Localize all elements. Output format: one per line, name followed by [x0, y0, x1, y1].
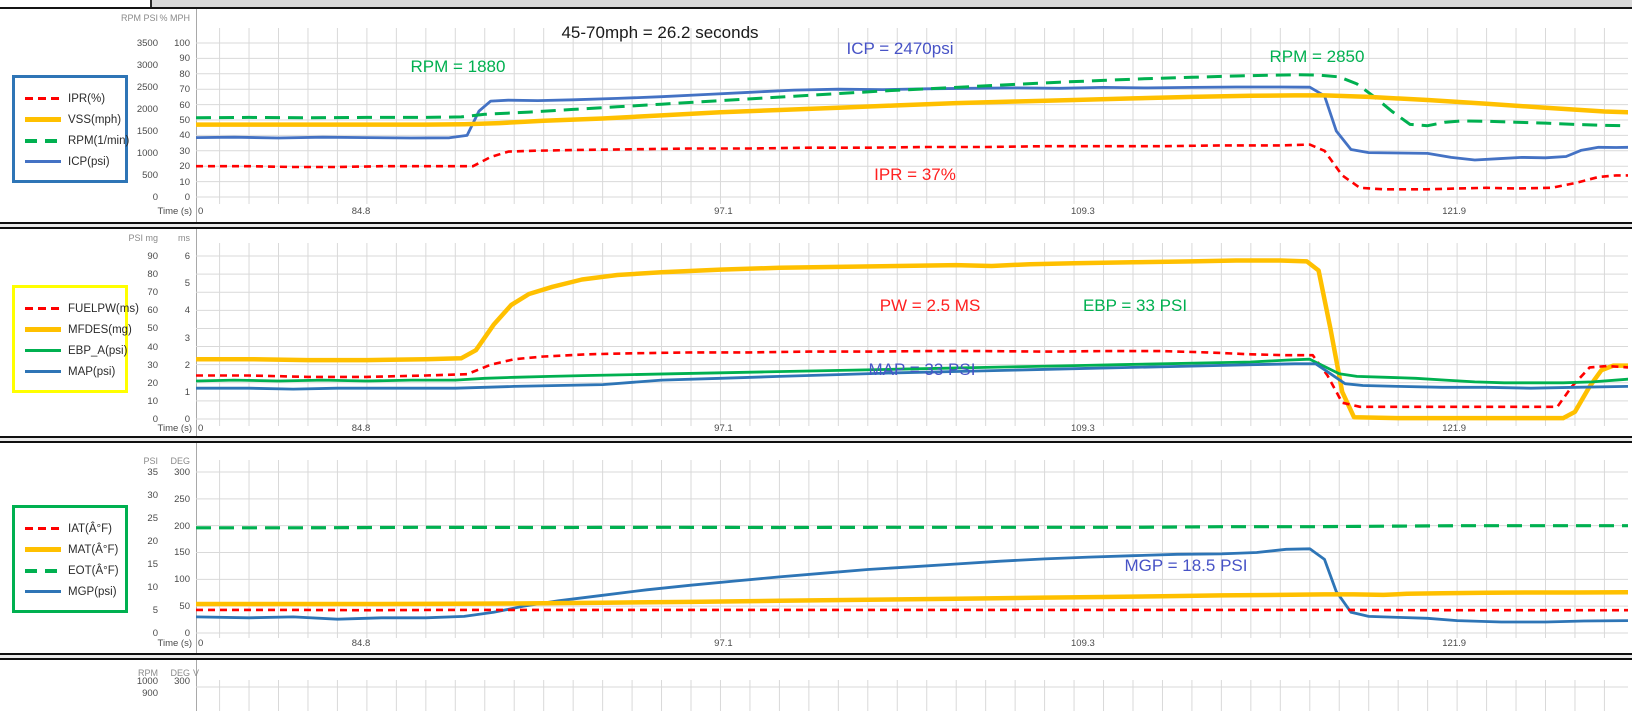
legend-label: RPM(1/min)	[68, 134, 130, 147]
legend-label: IPR(%)	[68, 92, 106, 105]
y-tick-right: 100	[174, 38, 190, 49]
legend-item[interactable]: MAP(psi)	[25, 361, 117, 382]
legend-label: ICP(psi)	[68, 155, 110, 168]
x-tick: 109.3	[1071, 206, 1095, 217]
legend-box[interactable]: FUELPW(ms) MFDES(mg) EBP_A(psi) MAP(psi)	[12, 285, 139, 393]
chart-annotation: PW = 2.5 MS	[880, 296, 981, 315]
series-mat-f-	[196, 589, 1628, 607]
x-tick: 121.9	[1442, 638, 1467, 649]
plot-area[interactable]: MGP = 18.5 PSI	[196, 460, 1628, 638]
legend-item[interactable]: MGP(psi)	[25, 581, 117, 602]
y-tick-right: 6	[184, 251, 190, 262]
time-axis-origin: 0	[198, 423, 204, 434]
x-tick: 109.3	[1071, 638, 1095, 649]
chart-annotation: EBP = 33 PSI	[1083, 296, 1187, 315]
unit-header-right: % MPH	[159, 13, 190, 23]
panel-splitter-2[interactable]	[0, 436, 1632, 443]
x-tick: 97.1	[714, 638, 733, 649]
time-axis-title: Time (s)	[157, 423, 192, 434]
time-axis-title: Time (s)	[157, 638, 192, 649]
legend-line-swatch	[25, 568, 61, 573]
legend-item[interactable]: IAT(Â°F)	[25, 518, 117, 539]
chart-annotation: RPM = 1880	[411, 57, 506, 76]
legend-line-swatch	[25, 160, 61, 163]
x-tick: 84.8	[351, 423, 371, 434]
legend-line-swatch	[25, 349, 61, 352]
chart-annotation: IPR = 37%	[874, 165, 956, 184]
time-axis-origin: 0	[198, 638, 204, 649]
y-tick-right: 90	[179, 53, 190, 65]
legend-line-swatch	[25, 527, 61, 530]
y-tick-right: 250	[174, 493, 190, 505]
chart-annotation: RPM = 2850	[1270, 47, 1365, 66]
series-mfdes-mg-	[196, 258, 1628, 421]
x-tick: 97.1	[714, 206, 733, 217]
legend-item[interactable]: FUELPW(ms)	[25, 298, 139, 319]
legend-item[interactable]: EBP_A(psi)	[25, 340, 127, 361]
run-time-annotation: 45-70mph = 26.2 seconds	[561, 23, 759, 42]
legend-label: FUELPW(ms)	[68, 302, 139, 315]
legend-item[interactable]: RPM(1/min)	[25, 130, 129, 151]
chart-annotation: MAP = 33 PSI	[869, 360, 976, 379]
panel-splitter-3[interactable]	[0, 653, 1632, 660]
legend-label: IAT(Â°F)	[68, 522, 112, 535]
legend-label: MAP(psi)	[68, 365, 116, 378]
legend-line-swatch	[25, 97, 61, 100]
top-splitter-bar[interactable]	[0, 0, 1632, 9]
legend-label: MGP(psi)	[68, 585, 117, 598]
legend-line-swatch	[25, 370, 61, 373]
legend-label: EOT(Â°F)	[68, 564, 119, 577]
legend-item[interactable]: ICP(psi)	[25, 151, 117, 172]
legend-line-swatch	[25, 117, 61, 122]
chart-annotation: ICP = 2470psi	[847, 39, 954, 58]
plot-area[interactable]: PW = 2.5 MS EBP = 33 PSI MAP = 33 PSI	[196, 243, 1628, 426]
y-tick-right: 300	[174, 676, 190, 687]
legend-line-swatch	[25, 307, 61, 310]
legend-line-swatch	[25, 547, 61, 552]
legend-label: MFDES(mg)	[68, 323, 132, 336]
chart-annotation: MGP = 18.5 PSI	[1124, 556, 1247, 575]
x-tick: 97.1	[714, 423, 733, 434]
datalogger-window: 45-70mph = 26.2 seconds RPM = 1880 ICP = …	[0, 0, 1632, 711]
y-tick-right: 300	[174, 467, 190, 478]
legend-line-swatch	[25, 590, 61, 593]
unit-header-right: ms	[178, 233, 190, 243]
time-axis-origin: 0	[198, 206, 204, 217]
chart-panel-speed-rpm-icp: 45-70mph = 26.2 seconds RPM = 1880 ICP = …	[0, 9, 1632, 222]
legend-item[interactable]: EOT(Â°F)	[25, 560, 119, 581]
chart-panel-temps-mgp: MGP = 18.5 PSI PSI DEG 35 30 25 20 15 10 5 0 300 25…	[0, 443, 1632, 653]
plot-area[interactable]	[196, 680, 1628, 711]
x-tick: 121.9	[1442, 206, 1467, 217]
legend-label: EBP_A(psi)	[68, 344, 128, 357]
legend-label: MAT(Â°F)	[68, 543, 119, 556]
x-tick: 84.8	[351, 206, 371, 217]
legend-item[interactable]: MFDES(mg)	[25, 319, 132, 340]
unit-header-right: DEG	[170, 456, 190, 466]
plot-area[interactable]: RPM = 1880 ICP = 2470psi RPM = 2850 IPR = 3…	[196, 28, 1628, 204]
legend-label: VSS(mph)	[68, 113, 122, 126]
x-tick: 121.9	[1442, 423, 1467, 434]
x-tick: 109.3	[1071, 423, 1095, 434]
time-axis-title: Time (s)	[157, 206, 192, 217]
y-tick-left: 900	[142, 688, 158, 699]
chart-panel-partial: RPM DEG V 1000 900 300	[0, 660, 1632, 711]
x-tick: 84.8	[351, 638, 371, 649]
y-tick-right: 0	[184, 192, 190, 203]
legend-box[interactable]: IPR(%) VSS(mph) RPM(1/min) ICP(psi)	[12, 75, 129, 183]
chart-panel-fuel-map-ebp: PW = 2.5 MS EBP = 33 PSI MAP = 33 PSI PSI …	[0, 229, 1632, 436]
legend-line-swatch	[25, 327, 61, 332]
legend-box[interactable]: IAT(Â°F) MAT(Â°F) EOT(Â°F) MGP(psi)	[12, 505, 128, 613]
legend-item[interactable]: VSS(mph)	[25, 109, 121, 130]
legend-item[interactable]: IPR(%)	[25, 88, 117, 109]
panel-splitter-1[interactable]	[0, 222, 1632, 229]
unit-header-clipped: V	[193, 668, 200, 678]
legend-line-swatch	[25, 138, 61, 143]
legend-item[interactable]: MAT(Â°F)	[25, 539, 119, 560]
top-splitter-handle[interactable]	[0, 0, 152, 7]
